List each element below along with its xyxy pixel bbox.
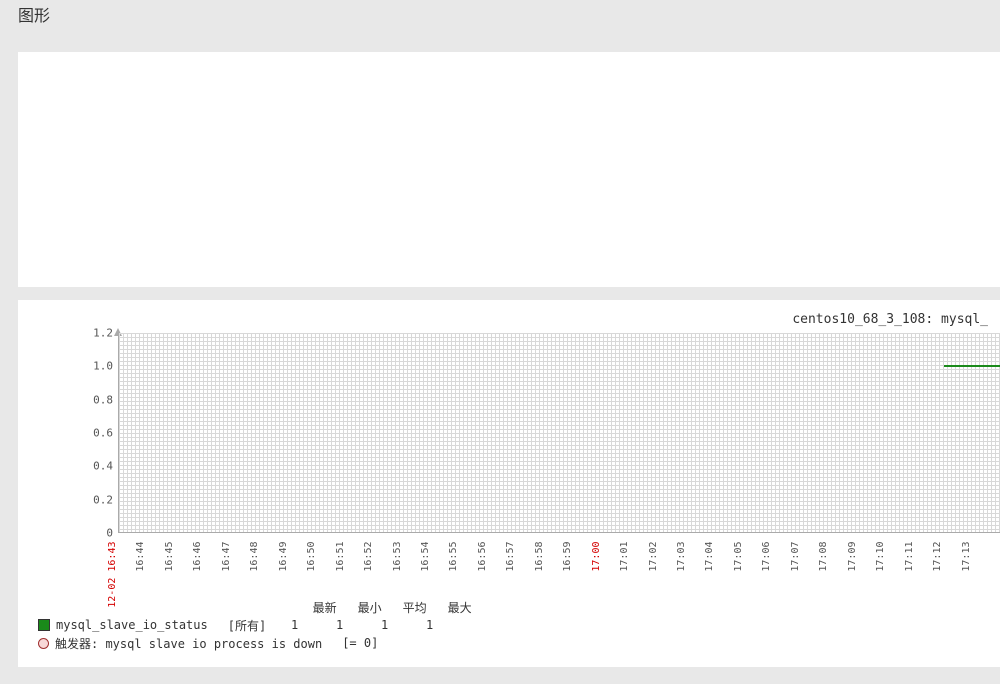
x-tick: 16:58 bbox=[534, 542, 545, 572]
y-tick: 1.2 bbox=[93, 327, 113, 340]
x-tick: 16:46 bbox=[192, 542, 203, 572]
x-tick: 16:52 bbox=[363, 542, 374, 572]
page-title: 图形 bbox=[18, 2, 50, 26]
y-tick: 0 bbox=[106, 527, 113, 540]
x-tick: 16:44 bbox=[135, 542, 146, 572]
y-tick: 0.4 bbox=[93, 460, 113, 473]
x-tick: 16:57 bbox=[505, 542, 516, 572]
legend-mode: [所有] bbox=[228, 617, 266, 634]
legend-series-row: mysql_slave_io_status [所有] 1 1 1 1 bbox=[38, 616, 1000, 634]
stat-max: 最大 bbox=[437, 599, 482, 616]
trigger-circle-icon bbox=[38, 638, 49, 649]
x-tick: 17:04 bbox=[704, 542, 715, 572]
stat-avg: 平均 bbox=[392, 599, 437, 616]
x-tick: 16:59 bbox=[562, 542, 573, 572]
trigger-condition: [= 0] bbox=[342, 636, 378, 650]
x-tick: 17:12 bbox=[932, 542, 943, 572]
x-tick: 17:03 bbox=[676, 542, 687, 572]
plot-region[interactable] bbox=[118, 333, 1000, 533]
series-line bbox=[944, 365, 1000, 367]
y-tick: 0.8 bbox=[93, 393, 113, 406]
chart-title: centos10_68_3_108: mysql_ bbox=[18, 312, 1000, 327]
x-tick: 17:06 bbox=[761, 542, 772, 572]
x-tick: 17:07 bbox=[790, 542, 801, 572]
legend-metric-name: mysql_slave_io_status bbox=[56, 618, 208, 632]
legend-trigger-row: 触发器: mysql slave io process is down [= 0… bbox=[38, 634, 1000, 652]
val-avg: 1 bbox=[362, 618, 407, 632]
x-tick: 17:08 bbox=[818, 542, 829, 572]
x-tick: 16:55 bbox=[448, 542, 459, 572]
x-tick: 17:11 bbox=[904, 542, 915, 572]
x-tick: 17:05 bbox=[733, 542, 744, 572]
x-tick: 16:56 bbox=[477, 542, 488, 572]
y-tick: 1.0 bbox=[93, 360, 113, 373]
x-tick: 16:45 bbox=[164, 542, 175, 572]
val-max: 1 bbox=[407, 618, 452, 632]
legend-stats-header-row: mysql_slave_io_status [所有] 最新 最小 平均 最大 bbox=[38, 598, 1000, 616]
legend-swatch-icon bbox=[38, 619, 50, 631]
stat-min: 最小 bbox=[347, 599, 392, 616]
x-tick: 12-02 16:43 bbox=[107, 542, 118, 608]
x-tick: 17:01 bbox=[619, 542, 630, 572]
chart-area[interactable]: 00.20.40.60.81.01.212-02 16:4316:4416:45… bbox=[78, 333, 1000, 553]
val-latest: 1 bbox=[272, 618, 317, 632]
chart-panel: centos10_68_3_108: mysql_ 0 0.2 0.4 0.6 0.8 1… bbox=[18, 300, 1000, 667]
x-tick: 17:10 bbox=[875, 542, 886, 572]
x-tick: 17:13 bbox=[961, 542, 972, 572]
x-tick: 17:00 bbox=[591, 542, 602, 572]
trigger-label: 触发器: mysql slave io process is down bbox=[55, 635, 322, 652]
val-min: 1 bbox=[317, 618, 362, 632]
upper-panel bbox=[18, 52, 1000, 287]
x-tick: 16:50 bbox=[306, 542, 317, 572]
x-tick: 16:54 bbox=[420, 542, 431, 572]
x-tick: 16:48 bbox=[249, 542, 260, 572]
x-tick: 16:47 bbox=[221, 542, 232, 572]
legend: mysql_slave_io_status [所有] 最新 最小 平均 最大 m… bbox=[38, 598, 1000, 652]
x-tick: 16:53 bbox=[392, 542, 403, 572]
y-tick: 0.2 bbox=[93, 493, 113, 506]
x-tick: 16:49 bbox=[278, 542, 289, 572]
x-tick: 17:02 bbox=[648, 542, 659, 572]
y-tick: 0.6 bbox=[93, 427, 113, 440]
legend-stats-values: 1 1 1 1 bbox=[272, 618, 452, 632]
x-tick: 17:09 bbox=[847, 542, 858, 572]
stat-latest: 最新 bbox=[302, 599, 347, 616]
legend-stats-header: 最新 最小 平均 最大 bbox=[302, 599, 482, 616]
x-tick: 16:51 bbox=[335, 542, 346, 572]
